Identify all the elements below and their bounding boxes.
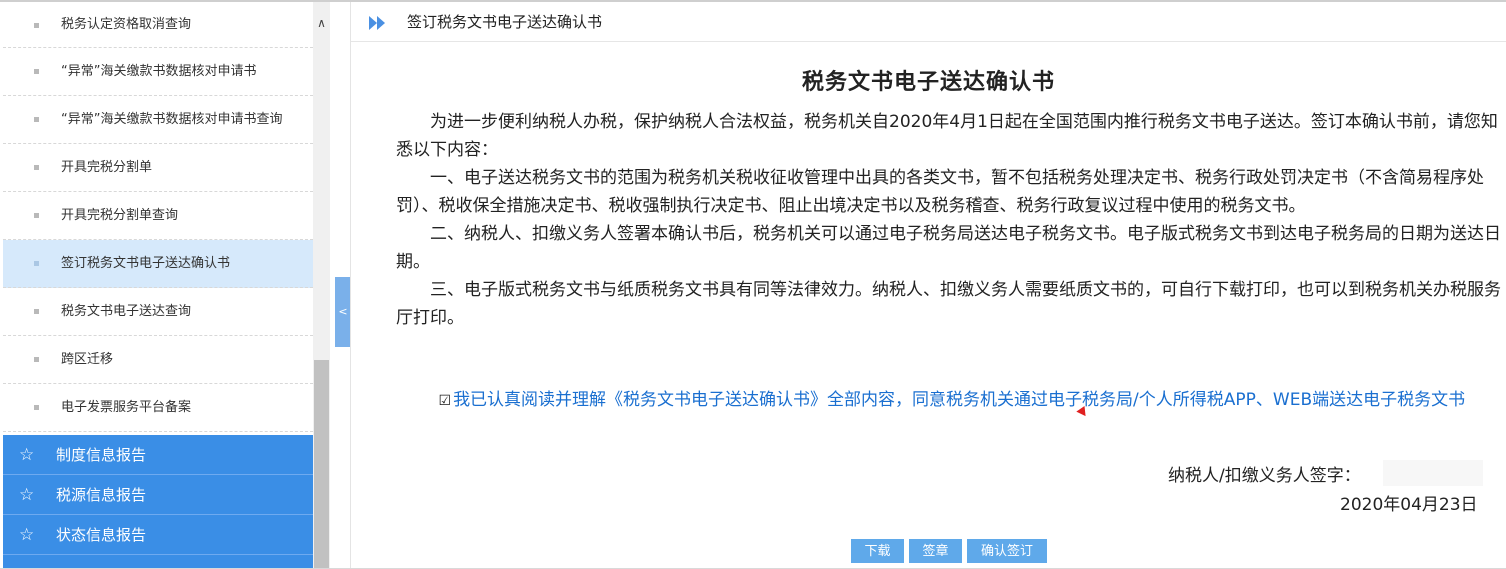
sidebar-item-e-invoice-filing[interactable]: 电子发票服务平台备案 xyxy=(3,384,313,432)
sidebar-item-label: “异常”海关缴款书数据核对申请书查询 xyxy=(61,112,283,127)
sidebar-item-cross-region-migration[interactable]: 跨区迁移 xyxy=(3,336,313,384)
app-root: 税务认定资格取消查询 “异常”海关缴款书数据核对申请书 “异常”海关缴款书数据核… xyxy=(0,0,1506,569)
page-title: 签订税务文书电子送达确认书 xyxy=(407,13,603,31)
double-chevron-right-icon xyxy=(369,16,385,30)
sidebar-item-e-delivery-confirm[interactable]: 签订税务文书电子送达确认书 xyxy=(3,240,313,288)
sidebar-item-label: 税务认定资格取消查询 xyxy=(61,17,192,32)
bullet-icon xyxy=(34,261,39,266)
document-body: 为进一步便利纳税人办税，保护纳税人合法权益，税务机关自2020年4月1日起在全国… xyxy=(396,108,1501,332)
sidebar-item-e-delivery-query[interactable]: 税务文书电子送达查询 xyxy=(3,288,313,336)
agreement-text[interactable]: 我已认真阅读并理解《税务文书电子送达确认书》全部内容，同意税务机关通过电子税务局… xyxy=(453,390,1465,410)
scroll-up-icon[interactable]: ∧ xyxy=(313,16,330,36)
document-clause-3: 三、电子版式税务文书与纸质税务文书具有同等法律效力。纳税人、扣缴义务人需要纸质文… xyxy=(396,280,1501,328)
sidebar-categories: ☆ 制度信息报告 ☆ 税源信息报告 ☆ 状态信息报告 xyxy=(3,435,313,569)
document-intro: 为进一步便利纳税人办税，保护纳税人合法权益，税务机关自2020年4月1日起在全国… xyxy=(396,112,1498,160)
agreement-checkbox[interactable]: ☑ xyxy=(439,387,452,415)
sidebar-item-tax-split-query[interactable]: 开具完税分割单查询 xyxy=(3,192,313,240)
category-status-info-report[interactable]: ☆ 状态信息报告 xyxy=(3,515,313,555)
agreement-row[interactable]: ☑ 我已认真阅读并理解《税务文书电子送达确认书》全部内容，同意税务机关通过电子税务… xyxy=(396,386,1496,415)
bullet-icon xyxy=(34,357,39,362)
sidebar-item-customs-payment-verify-apply[interactable]: “异常”海关缴款书数据核对申请书 xyxy=(3,48,313,96)
sidebar-item-label: “异常”海关缴款书数据核对申请书 xyxy=(61,64,257,79)
category-system-info-report[interactable]: ☆ 制度信息报告 xyxy=(3,435,313,475)
category-label: 状态信息报告 xyxy=(56,526,147,544)
category-label: 税源信息报告 xyxy=(56,486,147,504)
bullet-icon xyxy=(34,117,39,122)
bullet-icon xyxy=(34,165,39,170)
page-header: 签订税务文书电子送达确认书 xyxy=(351,2,1506,42)
sidebar-collapse-button[interactable]: < xyxy=(335,277,351,347)
star-icon: ☆ xyxy=(19,445,35,465)
category-tax-source-info-report[interactable]: ☆ 税源信息报告 xyxy=(3,475,313,515)
document-clause-1: 一、电子送达税务文书的范围为税务机关税收征收管理中出具的各类文书，暂不包括税务处… xyxy=(396,168,1484,216)
sidebar-item-label: 签订税务文书电子送达确认书 xyxy=(61,256,231,271)
bullet-icon xyxy=(34,69,39,74)
seal-button[interactable]: 签章 xyxy=(909,539,962,563)
sidebar-item-label: 税务文书电子送达查询 xyxy=(61,304,192,319)
star-icon: ☆ xyxy=(19,485,35,505)
sidebar-item-tax-qualification-cancel-query[interactable]: 税务认定资格取消查询 xyxy=(3,2,313,48)
bullet-icon xyxy=(34,405,39,410)
signature-label: 纳税人/扣缴义务人签字： xyxy=(1168,466,1361,486)
sidebar-item-tax-split-issue[interactable]: 开具完税分割单 xyxy=(3,144,313,192)
bullet-icon xyxy=(34,23,39,28)
scroll-thumb[interactable] xyxy=(314,360,329,569)
sidebar-item-label: 开具完税分割单查询 xyxy=(61,208,179,223)
bullet-icon xyxy=(34,309,39,314)
sidebar-scrollbar[interactable]: ∧ xyxy=(313,2,330,569)
signature-field[interactable] xyxy=(1383,460,1483,486)
sidebar-item-customs-payment-verify-query[interactable]: “异常”海关缴款书数据核对申请书查询 xyxy=(3,96,313,144)
sidebar-menu: 税务认定资格取消查询 “异常”海关缴款书数据核对申请书 “异常”海关缴款书数据核… xyxy=(3,2,313,432)
sidebar: 税务认定资格取消查询 “异常”海关缴款书数据核对申请书 “异常”海关缴款书数据核… xyxy=(0,2,330,569)
sidebar-item-label: 电子发票服务平台备案 xyxy=(61,400,192,415)
document-clause-2: 二、纳税人、扣缴义务人签署本确认书后，税务机关可以通过电子税务局送达电子税务文书… xyxy=(396,224,1501,272)
download-button[interactable]: 下载 xyxy=(851,539,904,563)
document-title: 税务文书电子送达确认书 xyxy=(801,70,1055,95)
category-label: 制度信息报告 xyxy=(56,446,147,464)
category-partial[interactable] xyxy=(3,555,313,569)
bullet-icon xyxy=(34,213,39,218)
sidebar-item-label: 跨区迁移 xyxy=(61,352,114,367)
star-icon: ☆ xyxy=(19,525,35,545)
sidebar-item-label: 开具完税分割单 xyxy=(61,160,153,175)
signature-date: 2020年04月23日 xyxy=(1340,495,1478,515)
confirm-sign-button[interactable]: 确认签订 xyxy=(967,539,1047,563)
